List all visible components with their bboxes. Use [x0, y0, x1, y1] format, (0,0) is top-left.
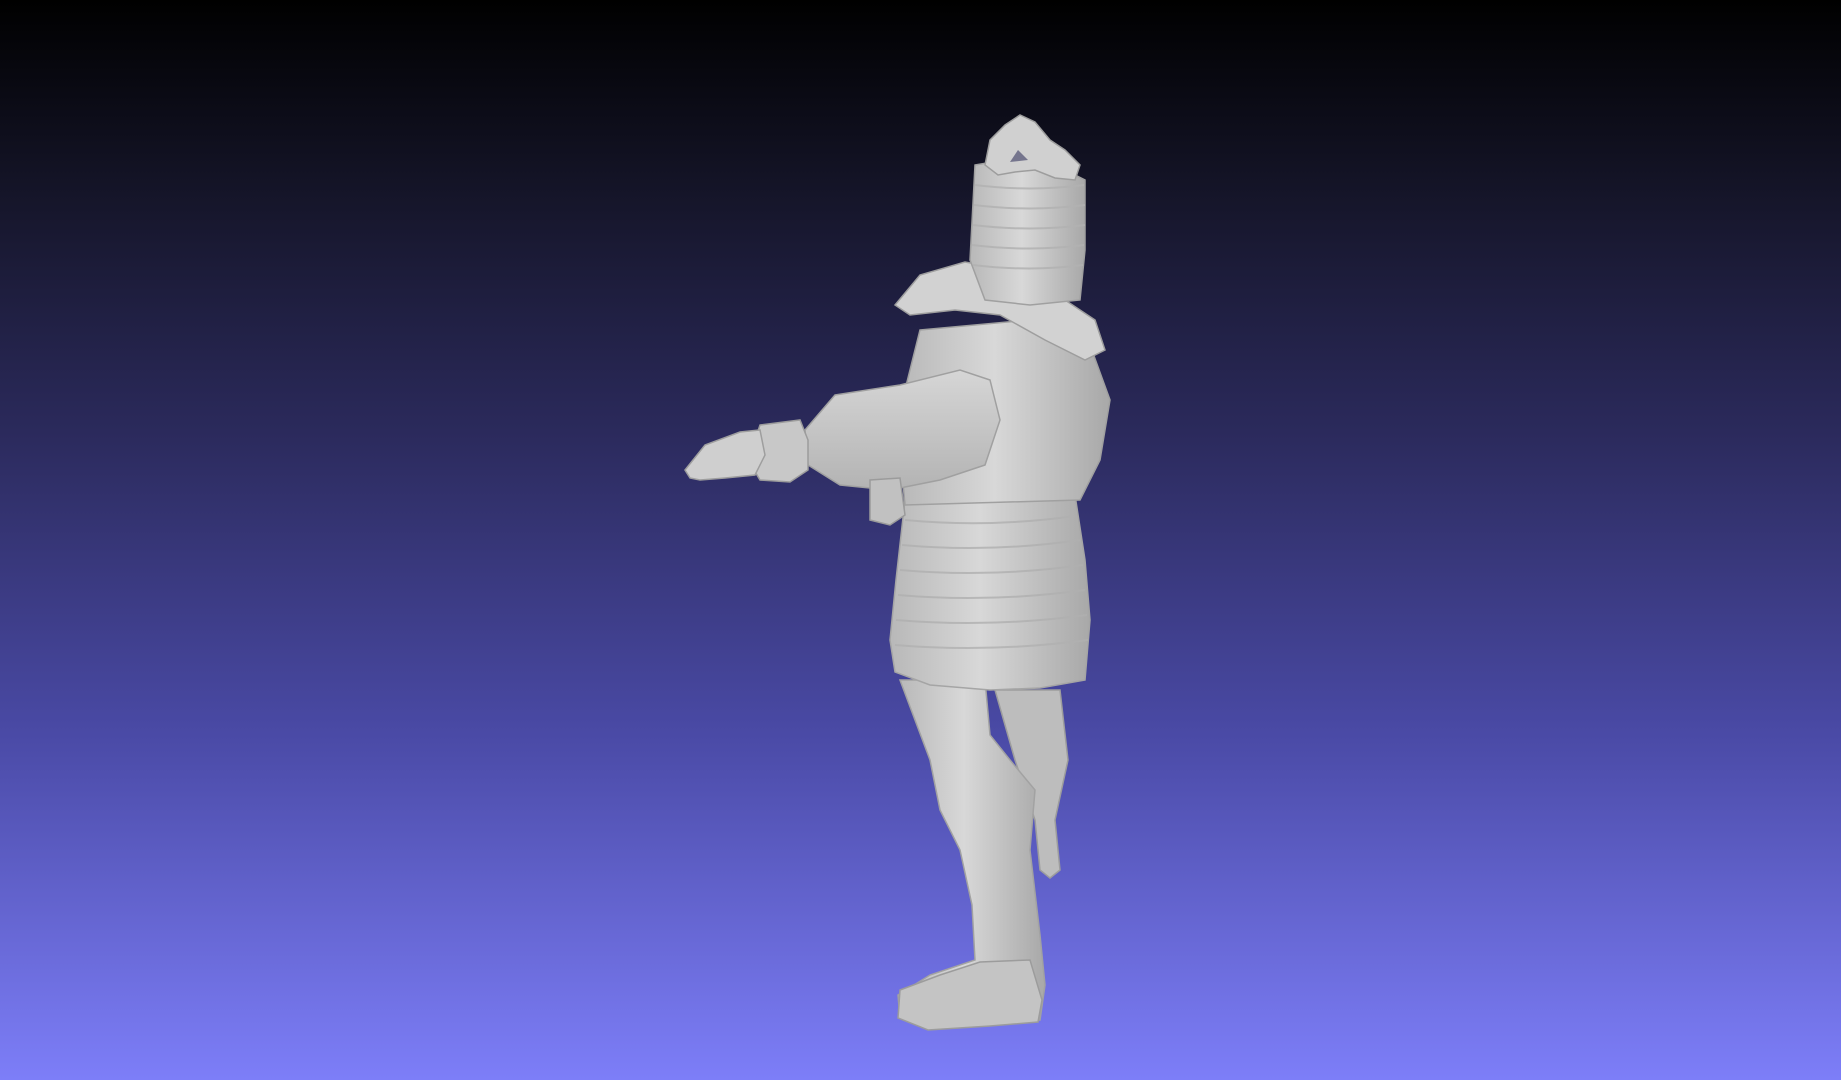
boot	[897, 959, 1043, 1031]
hip-item	[869, 477, 906, 526]
hand	[684, 429, 766, 481]
helmet	[969, 159, 1086, 306]
helmet-crest	[984, 114, 1081, 181]
armored-figure-model[interactable]	[0, 0, 1841, 1080]
3d-viewport[interactable]	[0, 0, 1841, 1080]
